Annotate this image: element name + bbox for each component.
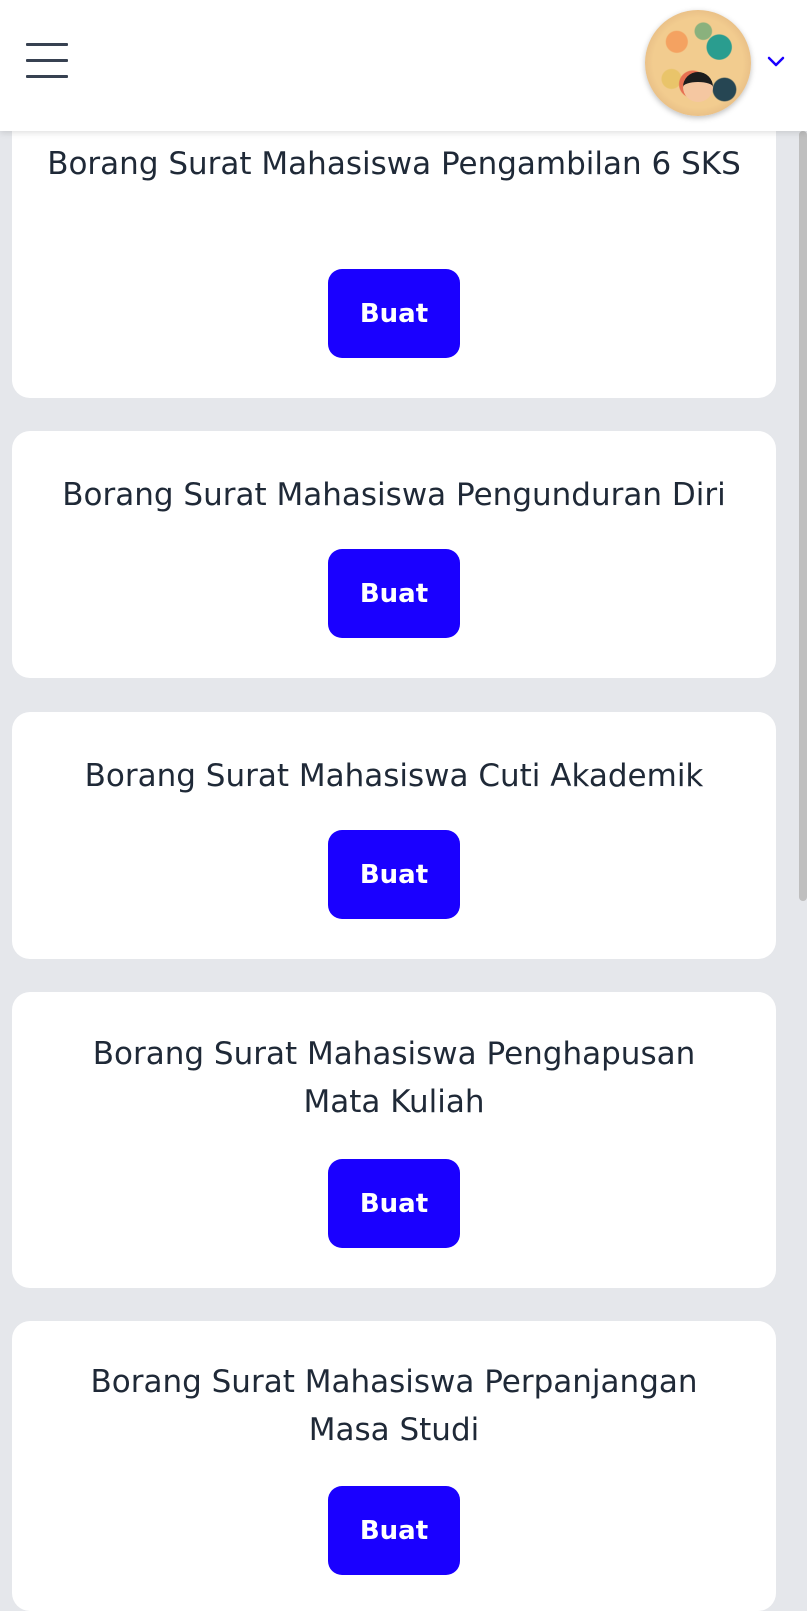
buat-button[interactable]: Buat xyxy=(328,1159,460,1248)
form-list: Borang Surat Mahasiswa Pengambilan 6 SKS… xyxy=(0,0,807,1611)
hamburger-line xyxy=(26,75,68,78)
form-card-title: Borang Surat Mahasiswa Pengambilan 6 SKS xyxy=(47,146,741,182)
buat-button[interactable]: Buat xyxy=(328,269,460,358)
form-card-cuti-akademik: Borang Surat Mahasiswa Cuti Akademik Bua… xyxy=(12,712,776,959)
chevron-down-icon[interactable] xyxy=(765,50,787,72)
buat-button[interactable]: Buat xyxy=(328,1486,460,1575)
buat-button[interactable]: Buat xyxy=(328,549,460,638)
form-card-pengambilan-6-sks: Borang Surat Mahasiswa Pengambilan 6 SKS… xyxy=(12,110,776,398)
form-card-title: Borang Surat Mahasiswa Pengunduran Diri xyxy=(62,477,726,513)
buat-button[interactable]: Buat xyxy=(328,830,460,919)
form-card-title: Borang Surat Mahasiswa Cuti Akademik xyxy=(84,758,704,794)
hamburger-line xyxy=(26,59,68,62)
avatar-face xyxy=(683,72,713,102)
form-card-title: Borang Surat Mahasiswa Penghapusan Mata … xyxy=(92,1036,696,1120)
top-navbar xyxy=(0,0,807,131)
hamburger-menu-icon[interactable] xyxy=(26,41,68,79)
form-card-penghapusan-mata-kuliah: Borang Surat Mahasiswa Penghapusan Mata … xyxy=(12,992,776,1288)
form-card-pengunduran-diri: Borang Surat Mahasiswa Pengunduran Diri … xyxy=(12,431,776,678)
hamburger-line xyxy=(26,43,68,46)
scrollbar[interactable] xyxy=(799,131,807,901)
form-card-title: Borang Surat Mahasiswa Perpanjangan Masa… xyxy=(90,1364,698,1448)
form-card-perpanjangan-masa-studi: Borang Surat Mahasiswa Perpanjangan Masa… xyxy=(12,1321,776,1611)
user-avatar[interactable] xyxy=(645,10,751,116)
